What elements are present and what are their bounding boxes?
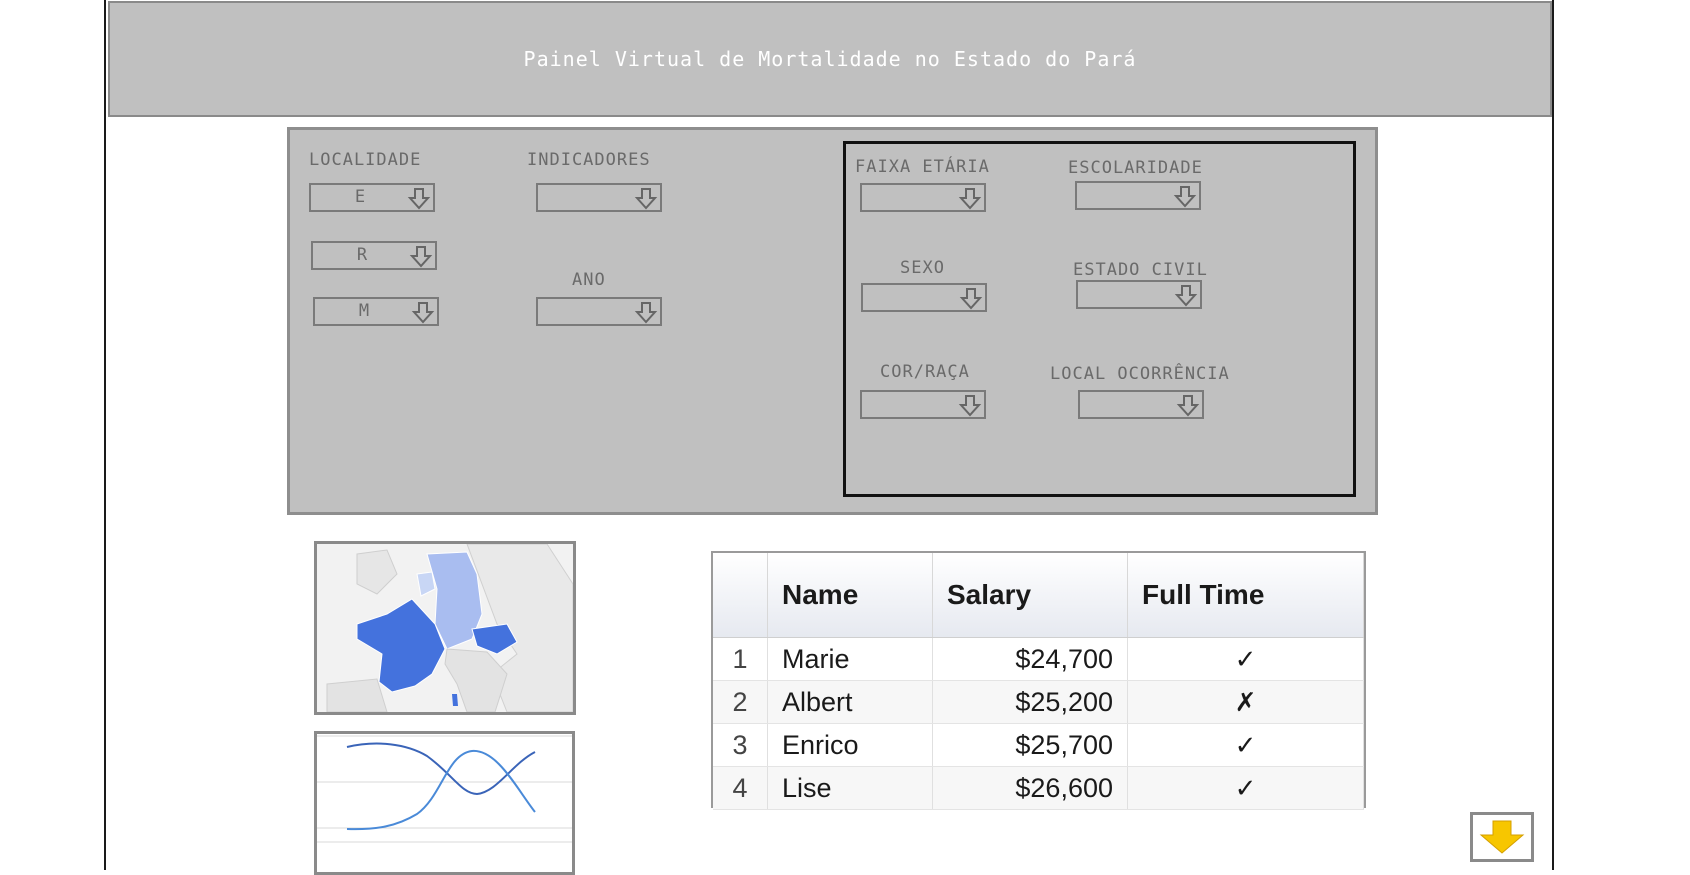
- line-chart-image: [317, 734, 572, 872]
- estado-value: E: [354, 187, 366, 207]
- ano-value: [538, 299, 636, 324]
- faixa-etaria-label: FAIXA ETÁRIA: [855, 157, 990, 177]
- estado-civil-value: [1078, 282, 1176, 307]
- sexo-dropdown[interactable]: [861, 283, 987, 312]
- indicadores-value: [538, 185, 636, 210]
- column-header-salary[interactable]: Salary: [932, 553, 1128, 638]
- local-ocorrencia-label: LOCAL OCORRÊNCIA: [1050, 364, 1230, 384]
- down-arrow-icon: [959, 288, 983, 310]
- data-table: Name Salary Full Time 1 Marie $24,700 ✓ …: [711, 551, 1366, 810]
- cor-raca-label: COR/RAÇA: [880, 362, 970, 382]
- down-arrow-icon: [958, 188, 982, 210]
- municipio-value: M: [358, 301, 370, 321]
- down-arrow-icon: [407, 188, 431, 210]
- ano-dropdown[interactable]: [536, 297, 662, 326]
- name-cell: Enrico: [767, 723, 933, 767]
- down-arrow-icon: [634, 302, 658, 324]
- table-header-row: Name Salary Full Time: [713, 553, 1364, 638]
- regiao-dropdown[interactable]: R: [311, 241, 437, 270]
- indicadores-dropdown[interactable]: [536, 183, 662, 212]
- name-cell: Lise: [767, 766, 933, 810]
- municipio-dropdown[interactable]: M: [313, 297, 439, 326]
- full-time-cell: ✗: [1127, 680, 1364, 724]
- page-header: Painel Virtual de Mortalidade no Estado …: [108, 1, 1552, 117]
- down-arrow-icon: [411, 302, 435, 324]
- indicadores-label: INDICADORES: [527, 150, 651, 170]
- sexo-value: [863, 285, 961, 310]
- line-chart-thumbnail[interactable]: [314, 731, 575, 875]
- table-row[interactable]: 3 Enrico $25,700 ✓: [713, 723, 1364, 767]
- faixa-etaria-value: [862, 185, 960, 210]
- row-number: 1: [713, 637, 768, 681]
- localidade-label: LOCALIDADE: [309, 150, 422, 170]
- row-number: 3: [713, 723, 768, 767]
- cor-raca-value: [862, 392, 960, 417]
- sexo-label: SEXO: [900, 258, 945, 278]
- salary-cell: $26,600: [932, 766, 1128, 810]
- scroll-down-button[interactable]: [1470, 812, 1534, 862]
- estado-civil-label: ESTADO CIVIL: [1073, 260, 1208, 280]
- local-ocorrencia-dropdown[interactable]: [1078, 390, 1204, 419]
- down-arrow-icon: [958, 395, 982, 417]
- regiao-value: R: [356, 245, 368, 265]
- cor-raca-dropdown[interactable]: [860, 390, 986, 419]
- faixa-etaria-dropdown[interactable]: [860, 183, 986, 212]
- row-number: 2: [713, 680, 768, 724]
- europe-map-image: [317, 544, 573, 712]
- full-time-cell: ✓: [1127, 637, 1364, 681]
- escolaridade-dropdown[interactable]: [1075, 181, 1201, 210]
- column-header-name[interactable]: Name: [767, 553, 933, 638]
- table-row[interactable]: 2 Albert $25,200 ✗: [713, 680, 1364, 724]
- local-ocorrencia-value: [1080, 392, 1178, 417]
- estado-civil-dropdown[interactable]: [1076, 280, 1202, 309]
- table-row[interactable]: 4 Lise $26,600 ✓: [713, 766, 1364, 810]
- escolaridade-value: [1077, 183, 1175, 208]
- table-row[interactable]: 1 Marie $24,700 ✓: [713, 637, 1364, 681]
- column-header-index[interactable]: [713, 553, 768, 638]
- name-cell: Marie: [767, 637, 933, 681]
- down-arrow-icon: [409, 246, 433, 268]
- page-title: Painel Virtual de Mortalidade no Estado …: [523, 47, 1137, 71]
- name-cell: Albert: [767, 680, 933, 724]
- escolaridade-label: ESCOLARIDADE: [1068, 158, 1203, 178]
- salary-cell: $25,700: [932, 723, 1128, 767]
- salary-cell: $24,700: [932, 637, 1128, 681]
- down-arrow-icon: [634, 188, 658, 210]
- row-number: 4: [713, 766, 768, 810]
- yellow-down-arrow-icon: [1479, 820, 1525, 854]
- salary-cell: $25,200: [932, 680, 1128, 724]
- full-time-cell: ✓: [1127, 723, 1364, 767]
- estado-dropdown[interactable]: E: [309, 183, 435, 212]
- ano-label: ANO: [572, 270, 606, 290]
- down-arrow-icon: [1176, 395, 1200, 417]
- down-arrow-icon: [1173, 186, 1197, 208]
- full-time-cell: ✓: [1127, 766, 1364, 810]
- map-chart-thumbnail[interactable]: [314, 541, 576, 715]
- down-arrow-icon: [1174, 285, 1198, 307]
- column-header-full-time[interactable]: Full Time: [1127, 553, 1364, 638]
